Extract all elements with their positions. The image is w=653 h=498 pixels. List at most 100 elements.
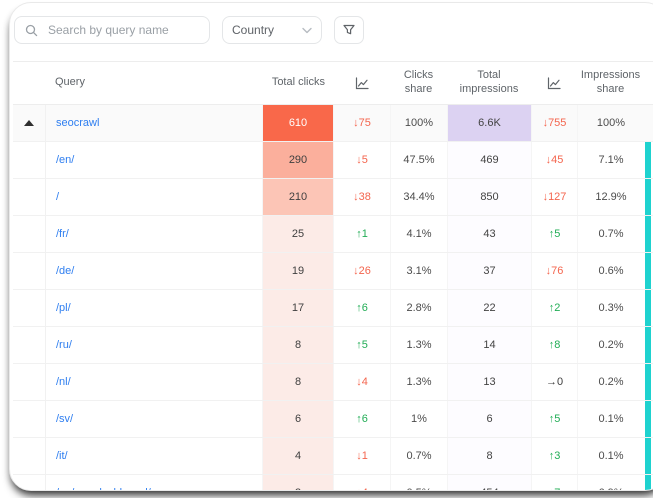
clicks-trend-cell: ↓1 <box>333 438 390 474</box>
country-select[interactable]: Country <box>222 16 322 44</box>
total-impressions-cell: 8 <box>447 438 531 474</box>
query-link[interactable]: /pl/ <box>56 302 71 314</box>
query-link[interactable]: /sv/ <box>56 413 73 425</box>
funnel-icon <box>342 23 356 37</box>
expander-cell[interactable] <box>13 179 45 215</box>
query-link[interactable]: /en/seo-dashboard/ <box>56 487 151 491</box>
query-link[interactable]: seocrawl <box>56 117 99 129</box>
next-column-sliver <box>644 364 653 400</box>
next-column-sliver <box>644 290 653 326</box>
table-body: seocrawl 610 ↓75 100% 6.6K ↓755 100% /en… <box>13 105 653 491</box>
toolbar: Country <box>10 3 653 47</box>
impressions-trend-cell: ↓755 <box>531 105 577 141</box>
impressions-trend-cell: ↓45 <box>531 142 577 178</box>
clicks-trend-cell: ↑1 <box>333 216 390 252</box>
total-impressions-cell: 14 <box>447 327 531 363</box>
header-total-impressions[interactable]: Total impressions <box>447 62 531 104</box>
next-column-sliver <box>644 105 653 141</box>
clicks-trend-cell: ↑6 <box>333 290 390 326</box>
expander-cell[interactable] <box>13 327 45 363</box>
query-table: Query Total clicks Clicks share Total im… <box>13 61 653 491</box>
country-select-label: Country <box>232 23 274 37</box>
total-clicks-cell: 4 <box>262 438 333 474</box>
search-input[interactable] <box>46 22 199 38</box>
impressions-trend-cell: ↓76 <box>531 253 577 289</box>
clicks-trend-cell: ↓5 <box>333 142 390 178</box>
query-cell: /de/ <box>45 253 262 289</box>
clicks-share-cell: 1% <box>390 401 447 437</box>
expander-cell[interactable] <box>13 216 45 252</box>
clicks-share-cell: 0.5% <box>390 475 447 491</box>
clicks-share-cell: 1.3% <box>390 364 447 400</box>
expander-cell[interactable] <box>13 475 45 491</box>
collapse-caret-icon[interactable] <box>24 120 34 126</box>
total-impressions-cell: 469 <box>447 142 531 178</box>
impressions-trend-cell: →0 <box>531 364 577 400</box>
expander-cell[interactable] <box>13 253 45 289</box>
sliver-bar <box>645 327 651 363</box>
total-clicks-cell: 8 <box>262 327 333 363</box>
query-link[interactable]: /ru/ <box>56 339 72 351</box>
header-clicks-share[interactable]: Clicks share <box>390 62 447 104</box>
impressions-share-cell: 7.1% <box>577 142 644 178</box>
table-row: /sv/ 6 ↑6 1% 6 ↑5 0.1% <box>13 401 653 438</box>
query-cell: seocrawl <box>45 105 262 141</box>
clicks-share-cell: 1.3% <box>390 327 447 363</box>
clicks-trend-chart-icon[interactable] <box>333 62 390 104</box>
table-header-row: Query Total clicks Clicks share Total im… <box>13 61 653 105</box>
impressions-trend-cell: ↑8 <box>531 327 577 363</box>
query-link[interactable]: /it/ <box>56 450 68 462</box>
clicks-share-cell: 3.1% <box>390 253 447 289</box>
total-impressions-cell: 850 <box>447 179 531 215</box>
impressions-trend-cell: ↑3 <box>531 438 577 474</box>
sliver-bar <box>645 475 651 491</box>
table-row: /en/seo-dashboard/ 3 ↓4 0.5% 454 ↑7 6.9% <box>13 475 653 491</box>
impressions-share-cell: 0.2% <box>577 327 644 363</box>
total-impressions-cell: 43 <box>447 216 531 252</box>
table-row: /fr/ 25 ↑1 4.1% 43 ↑5 0.7% <box>13 216 653 253</box>
table-row: /ru/ 8 ↑5 1.3% 14 ↑8 0.2% <box>13 327 653 364</box>
expander-cell[interactable] <box>13 142 45 178</box>
query-link[interactable]: / <box>56 191 59 203</box>
query-link[interactable]: /de/ <box>56 265 74 277</box>
sliver-bar <box>645 216 651 252</box>
header-query[interactable]: Query <box>45 62 262 104</box>
total-impressions-cell: 37 <box>447 253 531 289</box>
total-clicks-cell: 17 <box>262 290 333 326</box>
header-total-clicks[interactable]: Total clicks <box>262 62 333 104</box>
expander-cell[interactable] <box>13 438 45 474</box>
clicks-share-cell: 100% <box>390 105 447 141</box>
table-row: /pl/ 17 ↑6 2.8% 22 ↑2 0.3% <box>13 290 653 327</box>
table-row: seocrawl 610 ↓75 100% 6.6K ↓755 100% <box>13 105 653 142</box>
filter-button[interactable] <box>334 16 364 44</box>
query-link[interactable]: /en/ <box>56 154 74 166</box>
sliver-bar <box>645 401 651 437</box>
total-clicks-cell: 210 <box>262 179 333 215</box>
total-clicks-cell: 6 <box>262 401 333 437</box>
query-link[interactable]: /nl/ <box>56 376 71 388</box>
clicks-trend-cell: ↓75 <box>333 105 390 141</box>
total-clicks-cell: 8 <box>262 364 333 400</box>
total-impressions-cell: 6.6K <box>447 105 531 141</box>
next-column-sliver <box>644 216 653 252</box>
sliver-bar <box>645 253 651 289</box>
query-cell: / <box>45 179 262 215</box>
clicks-share-cell: 0.7% <box>390 438 447 474</box>
expander-cell[interactable] <box>13 401 45 437</box>
impressions-trend-chart-icon[interactable] <box>531 62 577 104</box>
next-column-sliver <box>644 401 653 437</box>
query-cell: /it/ <box>45 438 262 474</box>
table-row: /de/ 19 ↓26 3.1% 37 ↓76 0.6% <box>13 253 653 290</box>
impressions-trend-cell: ↓127 <box>531 179 577 215</box>
expander-cell[interactable] <box>13 290 45 326</box>
clicks-trend-cell: ↓4 <box>333 364 390 400</box>
expander-cell[interactable] <box>13 364 45 400</box>
header-impressions-share[interactable]: Impressions share <box>577 62 644 104</box>
clicks-share-cell: 47.5% <box>390 142 447 178</box>
total-clicks-cell: 3 <box>262 475 333 491</box>
query-link[interactable]: /fr/ <box>56 228 69 240</box>
impressions-trend-cell: ↑5 <box>531 401 577 437</box>
search-box[interactable] <box>14 16 210 44</box>
query-cell: /ru/ <box>45 327 262 363</box>
expander-cell[interactable] <box>13 105 45 141</box>
